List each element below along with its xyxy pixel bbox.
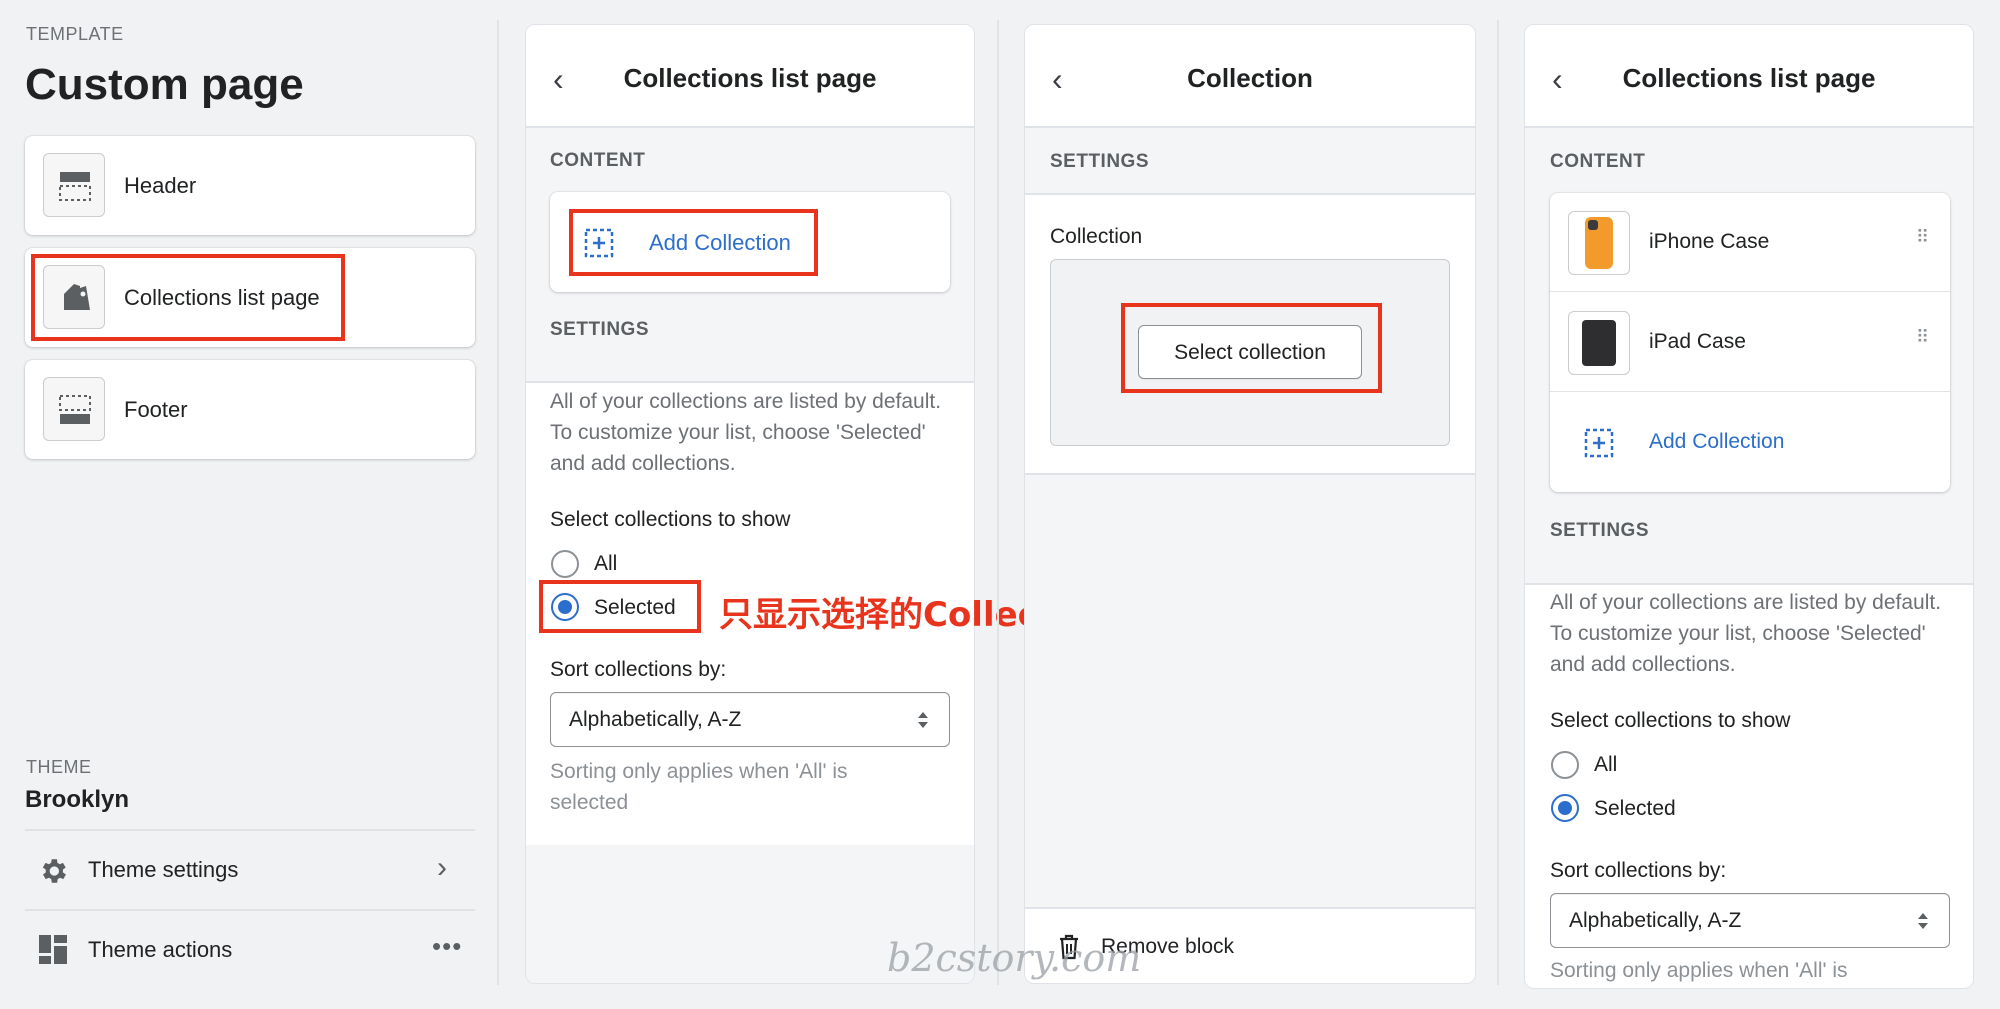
radio-all[interactable] xyxy=(551,550,579,578)
collections-description: All of your collections are listed by de… xyxy=(550,390,942,475)
highlight-box-select-collection xyxy=(1121,303,1382,393)
select-collections-label: Select collections to show xyxy=(550,508,791,531)
page-title: Custom page xyxy=(25,60,304,109)
settings-label: SETTINGS xyxy=(1050,151,1150,172)
settings-label: SETTINGS xyxy=(1550,520,1650,541)
section-header[interactable]: Header xyxy=(25,136,475,235)
add-dashed-icon xyxy=(1584,428,1614,458)
header-layout-icon xyxy=(43,153,105,217)
sort-help-text: Sorting only applies when 'All' is selec… xyxy=(550,760,848,814)
collections-list-panel-filled: ‹ Collections list page CONTENT iPhone C… xyxy=(1524,24,1974,989)
column-divider xyxy=(1497,20,1499,985)
theme-actions-icon xyxy=(39,935,67,964)
section-footer-label: Footer xyxy=(124,397,188,422)
collection-panel: ‹ Collection SETTINGS Collection Select … xyxy=(1024,24,1476,984)
footer-layout-icon xyxy=(43,377,105,441)
panel-header: ‹ Collections list page xyxy=(1525,25,1973,128)
panel-title: Collection xyxy=(1187,63,1313,93)
radio-all-label: All xyxy=(594,552,618,575)
theme-settings-row[interactable]: Theme settings › xyxy=(25,831,475,909)
content-label: CONTENT xyxy=(1550,151,1646,172)
panel-header: ‹ Collection xyxy=(1025,25,1475,128)
sort-select-value: Alphabetically, A-Z xyxy=(1569,909,1742,932)
highlight-box-selected xyxy=(539,580,701,633)
settings-label: SETTINGS xyxy=(550,319,650,340)
more-icon[interactable]: ••• xyxy=(432,931,462,962)
highlight-box-collections-section xyxy=(31,254,345,341)
panel-header: ‹ Collections list page xyxy=(526,25,974,128)
collection-label: Collection xyxy=(1050,225,1143,248)
radio-all-label: All xyxy=(1594,753,1618,776)
template-label: TEMPLATE xyxy=(26,24,124,44)
ipad-case-thumbnail xyxy=(1568,311,1630,375)
sort-select-value: Alphabetically, A-Z xyxy=(569,708,742,731)
sort-help-text: Sorting only applies when 'All' is xyxy=(1550,959,1848,982)
column-divider xyxy=(997,20,999,985)
content-label: CONTENT xyxy=(550,150,646,171)
collections-description: All of your collections are listed by de… xyxy=(1550,591,1942,676)
collection-item[interactable]: iPad Case ⠿ xyxy=(1550,293,1950,392)
divider xyxy=(526,381,974,383)
theme-actions-row[interactable]: Theme actions ••• xyxy=(25,911,475,989)
column-divider xyxy=(497,20,499,985)
gear-icon xyxy=(42,859,66,883)
watermark: b2cstory.com xyxy=(887,936,1142,980)
select-collections-label: Select collections to show xyxy=(1550,709,1791,732)
panel-title: Collections list page xyxy=(623,63,877,93)
highlight-box-add-collection xyxy=(569,209,818,276)
drag-handle-icon[interactable]: ⠿ xyxy=(1916,228,1929,246)
add-collection-link[interactable]: Add Collection xyxy=(1649,430,1784,454)
sort-label: Sort collections by: xyxy=(1550,859,1727,882)
radio-all[interactable] xyxy=(1551,751,1579,779)
select-arrows-icon xyxy=(1918,913,1928,929)
theme-name: Brooklyn xyxy=(25,786,130,813)
radio-selected[interactable] xyxy=(1551,794,1579,822)
panel-title: Collections list page xyxy=(1622,63,1876,93)
collection-item-label: iPhone Case xyxy=(1649,230,1770,253)
sort-label: Sort collections by: xyxy=(550,658,727,681)
collection-item-label: iPad Case xyxy=(1649,330,1746,353)
theme-settings-label: Theme settings xyxy=(88,857,239,882)
collection-list-card: iPhone Case ⠿ iPad Case ⠿ Add Collection xyxy=(1550,193,1950,492)
collection-item[interactable]: iPhone Case ⠿ xyxy=(1550,193,1950,292)
iphone-case-thumbnail xyxy=(1568,211,1630,275)
tablet-case-image xyxy=(1582,320,1616,366)
chevron-right-icon: › xyxy=(437,851,447,884)
theme-actions-label: Theme actions xyxy=(88,937,233,962)
theme-label: THEME xyxy=(26,757,92,777)
section-footer[interactable]: Footer xyxy=(25,360,475,459)
radio-selected-label: Selected xyxy=(1594,797,1676,820)
drag-handle-icon[interactable]: ⠿ xyxy=(1916,328,1929,346)
select-arrows-icon xyxy=(918,712,928,728)
sort-select[interactable]: Alphabetically, A-Z xyxy=(550,692,950,747)
section-header-label: Header xyxy=(124,173,197,198)
sort-select[interactable]: Alphabetically, A-Z xyxy=(1550,893,1950,948)
add-collection-row[interactable]: Add Collection xyxy=(1550,393,1950,492)
